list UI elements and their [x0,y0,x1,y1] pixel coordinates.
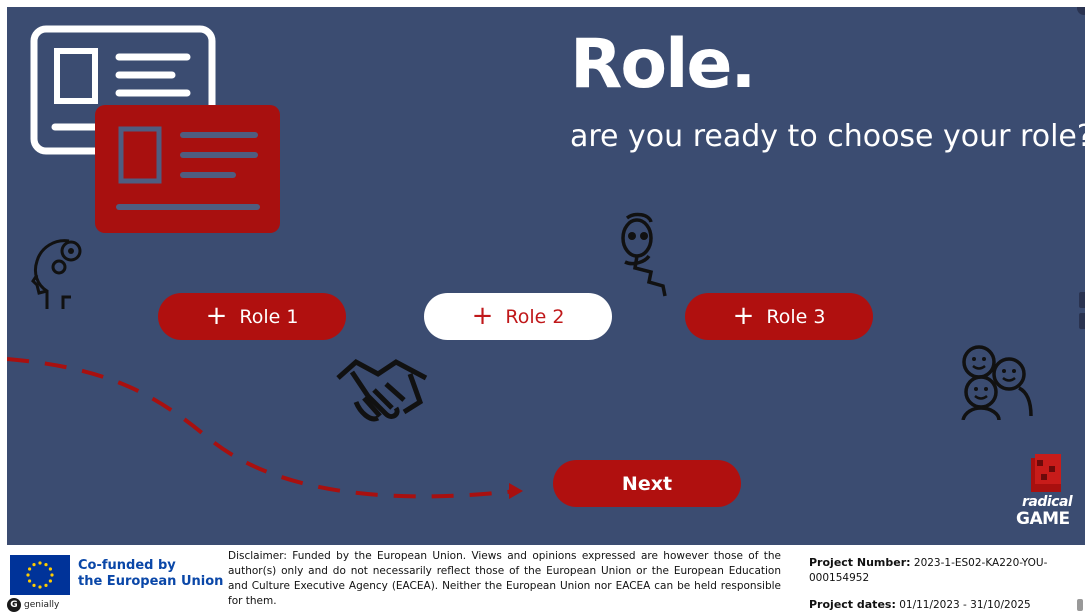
id-card-red-icon [95,105,280,233]
eu-line-2: the European Union [78,574,224,589]
plus-icon: + [732,300,755,331]
logo-line-2: GAME [1016,509,1070,529]
role-2-label: Role 2 [505,305,565,328]
genially-label: genially [24,600,60,610]
project-dates: 01/11/2023 - 31/10/2025 [899,599,1031,611]
project-dates-label: Project dates: [809,598,896,611]
eu-flag-icon [10,555,70,595]
dice-stack-icon [1031,454,1061,492]
role-3-button[interactable]: + Role 3 [685,293,873,340]
project-info: Project Number: 2023-1-ES02-KA220-YOU-00… [809,555,1079,613]
page-subtitle: are you ready to choose your role? [570,119,1085,154]
disclaimer-text: Disclaimer: Funded by the European Union… [228,550,781,607]
logo-line-1: radical [1022,494,1073,510]
id-card-icon [30,25,280,233]
group-people-icon [961,345,1033,420]
project-number-label: Project Number: [809,556,911,569]
side-nav-tab[interactable] [1079,292,1085,308]
head-gears-icon [31,239,82,309]
genially-badge[interactable]: G genially [7,598,59,612]
genially-icon: G [7,598,21,612]
role-1-button[interactable]: + Role 1 [158,293,346,340]
radical-game-logo: radical GAME [1015,452,1083,532]
role-3-label: Role 3 [766,305,826,328]
thinking-character-icon [621,212,667,297]
eu-line-1: Co-funded by [78,558,176,573]
footer: Co-funded by the European Union G genial… [0,545,1085,615]
page-title: Role. [570,25,756,104]
plus-icon: + [471,300,494,331]
scroll-handle[interactable] [1077,599,1083,611]
next-button[interactable]: Next [553,460,741,507]
plus-icon: + [205,300,228,331]
role-1-label: Role 1 [239,305,299,328]
slide-canvas: Role. are you ready to choose your role? [7,7,1085,545]
corner-dot [1077,7,1085,15]
side-nav-tab[interactable] [1079,313,1085,329]
dashed-arrow-icon [7,357,523,499]
role-2-button[interactable]: + Role 2 [424,293,612,340]
eu-cofunded-text: Co-funded by the European Union [78,558,223,590]
